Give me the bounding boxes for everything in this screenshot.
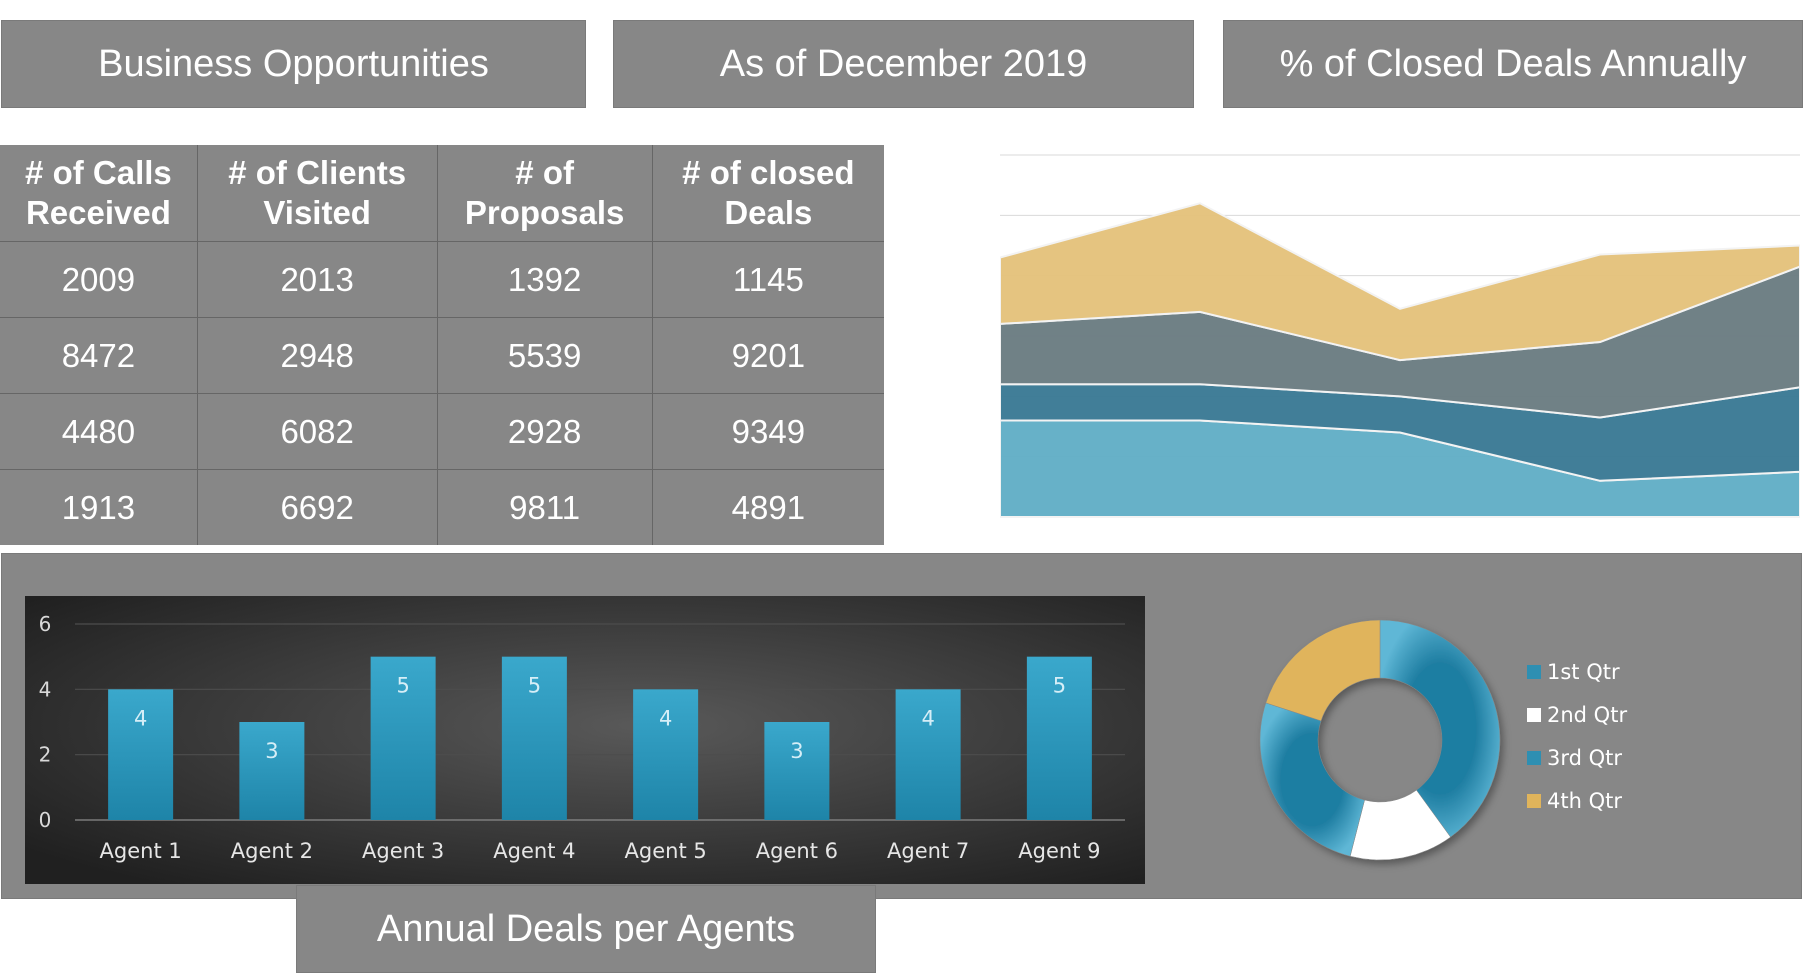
col-calls-received: # of Calls Received [0,145,198,242]
annual-deals-header: Annual Deals per Agents [296,885,876,973]
as-of-date-header: As of December 2019 [613,20,1194,108]
bar-data-label: 4 [921,706,934,730]
bar-data-label: 5 [1053,674,1066,698]
table-cell: 2013 [197,241,438,318]
bar-data-label: 4 [134,706,147,730]
bar-data-label: 5 [528,674,541,698]
table-cell: 6692 [197,469,438,545]
bar-data-label: 3 [265,739,278,763]
x-tick-label: Agent 4 [493,839,575,863]
bar-agent-2 [239,722,305,820]
annual-deals-bar-chart: 0 2 4 6 4 Agent 1 3 Agent 2 5 Agent 3 5 Agent 4 4 Ag… [25,596,1145,884]
legend-item-4th-qtr: 4th Qtr [1527,779,1627,822]
col-clients-visited: # of Clients Visited [197,145,438,242]
stats-table: # of Calls Received # of Clients Visited #… [0,145,884,545]
donut-legend: 1st Qtr 2nd Qtr 3rd Qtr 4th Qtr [1527,650,1627,822]
table-cell: 1392 [437,241,653,318]
legend-swatch [1527,707,1541,722]
legend-swatch [1527,793,1541,808]
bar-chart-background [25,596,1145,884]
legend-label: 3rd Qtr [1547,745,1623,770]
bar-data-label: 4 [659,706,672,730]
y-tick-label: 0 [39,808,52,832]
table-row: 1913 6692 9811 4891 [0,469,884,545]
table-cell: 2948 [197,317,438,394]
bar-data-label: 5 [396,674,409,698]
legend-item-3rd-qtr: 3rd Qtr [1527,736,1627,779]
x-tick-label: Agent 9 [1018,839,1100,863]
x-tick-label: Agent 3 [362,839,444,863]
y-tick-label: 4 [39,677,52,701]
bar-agent-6 [764,722,830,820]
table-cell: 9811 [437,469,653,545]
legend-label: 2nd Qtr [1547,702,1628,727]
legend-item-2nd-qtr: 2nd Qtr [1527,693,1627,736]
legend-item-1st-qtr: 1st Qtr [1527,650,1627,693]
x-tick-label: Agent 5 [625,839,707,863]
col-closed-deals: # of closed Deals [652,145,884,242]
table-header-row: # of Calls Received # of Clients Visited #… [0,145,884,242]
y-tick-label: 2 [39,743,52,767]
bar-data-label: 3 [790,739,803,763]
legend-label: 4th Qtr [1547,788,1622,813]
legend-label: 1st Qtr [1547,659,1620,684]
table-cell: 2009 [0,241,198,318]
table-cell: 5539 [437,317,653,394]
col-proposals: # of Proposals [437,145,653,242]
closed-deals-header: % of Closed Deals Annually [1223,20,1803,108]
business-opportunities-header: Business Opportunities [1,20,586,108]
x-tick-label: Agent 1 [100,839,182,863]
donut-slice-3rd-qtr [1259,702,1365,857]
table-cell: 9349 [652,393,884,470]
closed-deals-area-chart [1000,154,1800,518]
table-cell: 1145 [652,241,884,318]
table-row: 4480 6082 2928 9349 [0,393,884,470]
quarterly-donut-chart [1259,619,1501,861]
table-cell: 9201 [652,317,884,394]
legend-swatch [1527,750,1541,765]
y-tick-label: 6 [39,612,52,636]
donut-slice-4th-qtr [1265,619,1381,722]
table-cell: 6082 [197,393,438,470]
table-cell: 1913 [0,469,198,545]
x-tick-label: Agent 6 [756,839,838,863]
table-cell: 2928 [437,393,653,470]
x-tick-label: Agent 7 [887,839,969,863]
legend-swatch [1527,664,1541,679]
table-cell: 4891 [652,469,884,545]
table-cell: 4480 [0,393,198,470]
x-tick-label: Agent 2 [231,839,313,863]
table-cell: 8472 [0,317,198,394]
table-row: 2009 2013 1392 1145 [0,241,884,318]
table-row: 8472 2948 5539 9201 [0,317,884,394]
